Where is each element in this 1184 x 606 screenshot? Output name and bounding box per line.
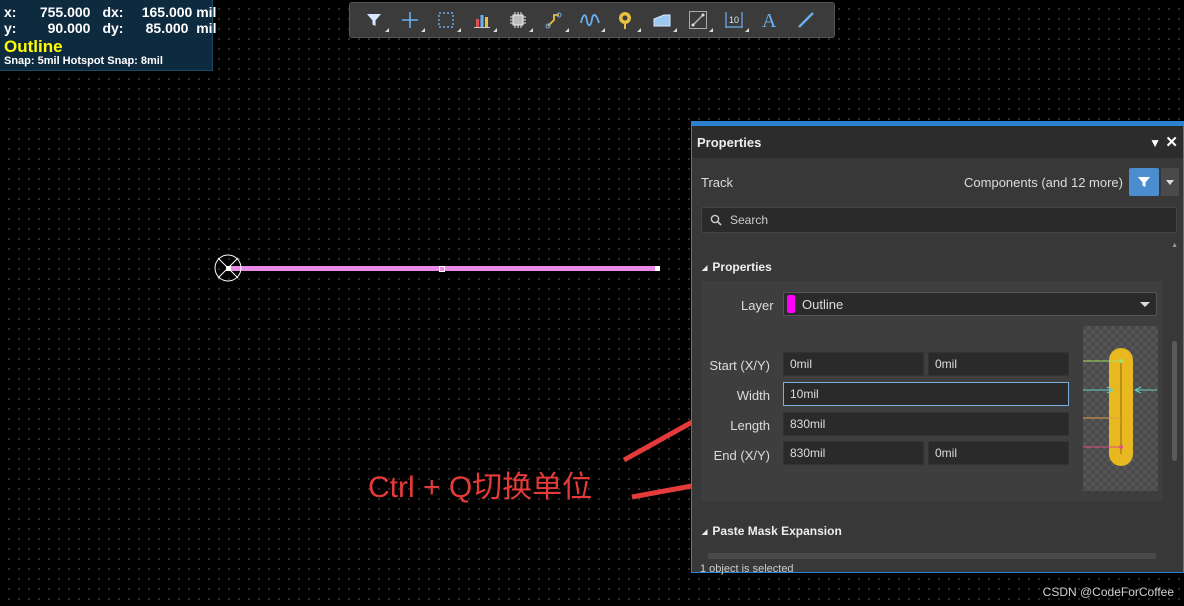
properties-panel: Properties ▼ ✕ Track Components (and 12 … [691, 121, 1184, 573]
length-field[interactable]: 830mil [783, 412, 1069, 436]
width-field[interactable]: 10mil [783, 382, 1069, 406]
section-properties-header[interactable]: ◢ Properties [702, 260, 772, 274]
end-label: End (X/Y) [692, 448, 770, 463]
filter-dropdown-button[interactable] [1161, 168, 1179, 196]
track-preview [1083, 326, 1158, 491]
layer-label: Layer [741, 298, 774, 313]
collapse-triangle-icon: ◢ [702, 529, 707, 536]
status-text: 1 object is selected [700, 563, 794, 575]
search-placeholder: Search [730, 213, 768, 227]
selection-filter-text[interactable]: Components (and 12 more) [964, 175, 1123, 190]
track-preview-graphic [1083, 326, 1158, 491]
object-type-label: Track [701, 175, 733, 190]
layer-color-swatch [787, 295, 795, 313]
filter-funnel-icon [1137, 175, 1151, 189]
end-x-field[interactable]: 830mil [783, 441, 924, 465]
watermark: CSDN @CodeForCoffee [1043, 585, 1174, 599]
search-icon [710, 214, 722, 226]
paste-mask-control[interactable] [708, 553, 1156, 559]
start-y-field[interactable]: 0mil [928, 352, 1069, 376]
collapse-triangle-icon: ◢ [702, 265, 707, 272]
panel-scrollbar[interactable] [1172, 341, 1177, 461]
width-label: Width [692, 388, 770, 403]
selection-filter-button[interactable] [1129, 168, 1159, 196]
end-y-field[interactable]: 0mil [928, 441, 1069, 465]
start-label: Start (X/Y) [692, 358, 770, 373]
section-paste-mask-header[interactable]: ◢ Paste Mask Expansion [702, 524, 842, 538]
section-paste-mask-label: Paste Mask Expansion [712, 524, 841, 538]
chevron-down-icon [1166, 180, 1174, 185]
search-input[interactable]: Search [701, 207, 1177, 233]
layer-value: Outline [802, 297, 843, 312]
start-x-field[interactable]: 0mil [783, 352, 924, 376]
length-label: Length [692, 418, 770, 433]
panel-header: Properties ▼ ✕ [692, 126, 1183, 158]
annotation-text: Ctrl + Q切换单位 [368, 462, 592, 506]
layer-select[interactable]: Outline [783, 292, 1157, 316]
scroll-up-icon[interactable]: ▲ [1171, 242, 1178, 249]
close-icon[interactable]: ✕ [1165, 133, 1178, 151]
chevron-down-icon [1140, 302, 1150, 307]
panel-title: Properties [697, 135, 761, 150]
section-properties-label: Properties [712, 260, 771, 274]
panel-menu-icon[interactable]: ▼ [1149, 136, 1161, 150]
